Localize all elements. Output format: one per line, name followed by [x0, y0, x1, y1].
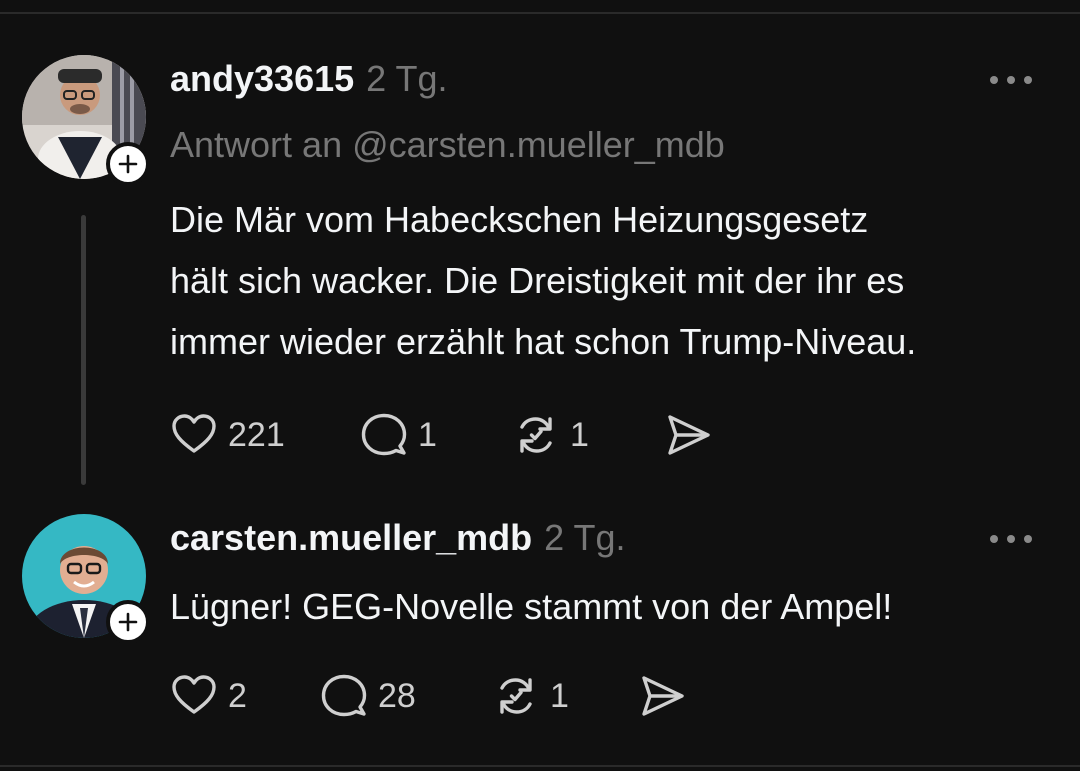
comment-button[interactable]: 28 — [320, 672, 492, 720]
post-header: andy33615 2 Tg. — [170, 58, 448, 100]
repost-button[interactable]: 1 — [492, 672, 638, 720]
more-dot — [1007, 76, 1015, 84]
bottom-divider — [0, 765, 1080, 767]
post-body-line: hält sich wacker. Die Dreistigkeit mit d… — [170, 260, 905, 301]
thread-line — [81, 215, 86, 485]
share-button[interactable] — [664, 411, 712, 459]
share-icon — [642, 676, 684, 716]
repost-count: 1 — [550, 676, 569, 715]
share-button[interactable] — [638, 672, 686, 720]
repost-icon — [500, 678, 532, 714]
more-dot — [990, 76, 998, 84]
comment-count: 1 — [418, 415, 437, 454]
follow-button[interactable] — [106, 600, 150, 644]
post-body-line: Die Mär vom Habeckschen Heizungsgesetz — [170, 199, 869, 240]
repost-count: 1 — [570, 415, 589, 454]
comment-button[interactable]: 1 — [360, 411, 512, 459]
repost-icon — [520, 417, 552, 453]
more-dot — [1007, 535, 1015, 543]
heart-icon — [172, 675, 216, 714]
more-icon[interactable] — [990, 73, 1032, 87]
like-count: 221 — [228, 415, 285, 454]
post: carsten.mueller_mdb 2 Tg. Lügner! GEG-No… — [0, 500, 1080, 765]
action-bar: 221 1 1 — [170, 411, 712, 459]
post-body: Die Mär vom Habeckschen Heizungsgesetz h… — [170, 189, 916, 372]
more-dot — [1024, 535, 1032, 543]
action-bar: 2 28 1 — [170, 672, 686, 720]
comment-count: 28 — [378, 676, 416, 715]
share-icon — [668, 415, 710, 455]
repost-button[interactable]: 1 — [512, 411, 664, 459]
heart-icon — [172, 414, 216, 453]
timestamp: 2 Tg. — [366, 58, 448, 99]
more-dot — [1024, 76, 1032, 84]
post-body-line: immer wieder erzählt hat schon Trump-Niv… — [170, 321, 917, 362]
post-body-line: Lügner! GEG-Novelle stammt von der Ampel… — [170, 586, 893, 627]
comment-icon — [321, 674, 367, 717]
username[interactable]: carsten.mueller_mdb — [170, 517, 532, 559]
comment-icon — [361, 413, 407, 456]
plus-icon — [118, 612, 138, 632]
follow-button[interactable] — [106, 142, 150, 186]
post-header: carsten.mueller_mdb 2 Tg. — [170, 517, 626, 559]
more-icon[interactable] — [990, 532, 1032, 546]
more-dot — [990, 535, 998, 543]
post: andy33615 2 Tg. Antwort an @carsten.muel… — [0, 0, 1080, 500]
plus-icon — [118, 154, 138, 174]
reply-to-label[interactable]: Antwort an @carsten.mueller_mdb — [170, 124, 725, 166]
like-button[interactable]: 2 — [170, 672, 320, 720]
username[interactable]: andy33615 — [170, 58, 354, 100]
post-body: Lügner! GEG-Novelle stammt von der Ampel… — [170, 576, 892, 637]
timestamp: 2 Tg. — [544, 517, 626, 558]
like-count: 2 — [228, 676, 247, 715]
like-button[interactable]: 221 — [170, 411, 360, 459]
